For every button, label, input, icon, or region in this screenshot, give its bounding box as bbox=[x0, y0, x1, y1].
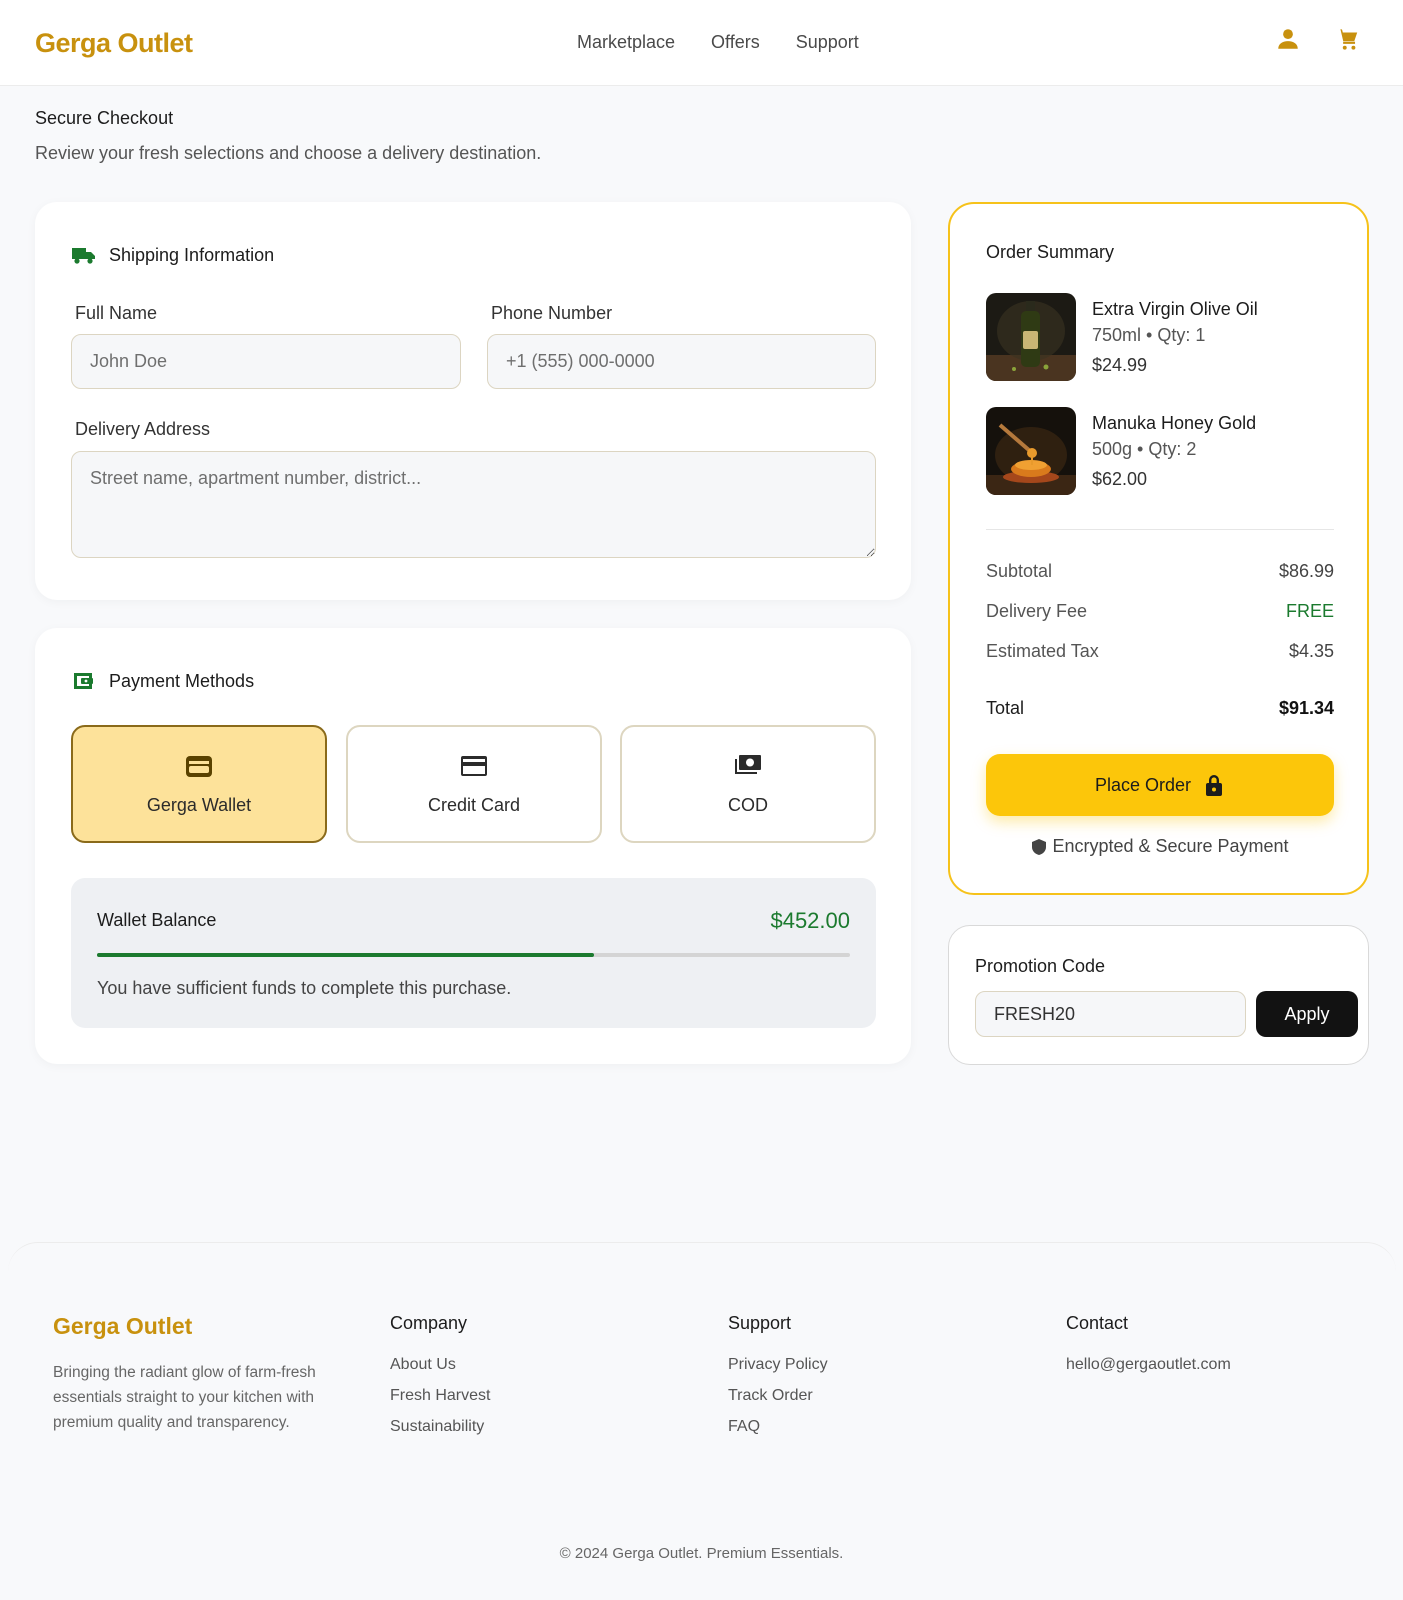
pay-option-gerga-wallet[interactable]: Gerga Wallet bbox=[71, 725, 327, 843]
item-name: Manuka Honey Gold bbox=[1092, 413, 1257, 433]
item-meta: 500g • Qty: 2 bbox=[1092, 439, 1197, 459]
pay-option-label: Gerga Wallet bbox=[146, 795, 252, 815]
footer-copyright: © 2024 Gerga Outlet. Premium Essentials. bbox=[559, 1545, 844, 1562]
phone-label: Phone Number bbox=[491, 303, 613, 323]
footer-link-privacy-policy[interactable]: Privacy Policy bbox=[728, 1356, 828, 1374]
item-price: $62.00 bbox=[1092, 469, 1148, 489]
order-item: Extra Virgin Olive Oil 750ml • Qty: 1 $2… bbox=[986, 293, 1346, 383]
pay-option-credit-card[interactable]: Credit Card bbox=[346, 725, 602, 843]
footer-contact-email[interactable]: hello@gergaoutlet.com bbox=[1066, 1356, 1231, 1374]
total-row: Total $91.34 bbox=[986, 698, 1334, 719]
tax-row: Estimated Tax $4.35 bbox=[986, 641, 1334, 662]
nav-support[interactable]: Support bbox=[796, 32, 859, 53]
wallet-heading-icon bbox=[74, 673, 93, 689]
truck-icon bbox=[72, 248, 95, 264]
top-navbar: Gerga Outlet Marketplace Offers Support bbox=[0, 0, 1403, 86]
brand-logo[interactable]: Gerga Outlet bbox=[35, 28, 193, 59]
olive-oil-thumbnail bbox=[986, 293, 1076, 381]
footer-support-title: Support bbox=[728, 1313, 792, 1333]
footer-link-about-us[interactable]: About Us bbox=[390, 1356, 456, 1374]
lock-icon bbox=[1206, 775, 1223, 796]
item-name: Extra Virgin Olive Oil bbox=[1092, 299, 1258, 319]
address-label: Delivery Address bbox=[75, 419, 211, 439]
payment-heading: Payment Methods bbox=[71, 668, 254, 694]
place-order-label: Place Order bbox=[1094, 774, 1192, 795]
order-summary-title: Order Summary bbox=[986, 242, 1115, 262]
promo-code-input[interactable] bbox=[975, 991, 1246, 1037]
cash-icon bbox=[733, 751, 763, 781]
summary-divider bbox=[986, 529, 1334, 530]
wallet-progress-fill bbox=[97, 953, 594, 957]
subtotal-label: Subtotal bbox=[986, 561, 1053, 581]
full-name-label: Full Name bbox=[75, 303, 158, 323]
cart-icon[interactable] bbox=[1335, 26, 1361, 52]
subtotal-row: Subtotal $86.99 bbox=[986, 561, 1334, 582]
payment-heading-label: Payment Methods bbox=[109, 670, 255, 691]
secure-payment-note: Encrypted & Secure Payment bbox=[950, 836, 1371, 857]
item-meta: 750ml • Qty: 1 bbox=[1092, 325, 1206, 345]
footer-link-faq[interactable]: FAQ bbox=[728, 1418, 760, 1436]
credit-card-icon bbox=[459, 751, 489, 781]
shipping-heading: Shipping Information bbox=[71, 242, 274, 268]
wallet-balance-amount: $452.00 bbox=[770, 908, 850, 933]
full-name-input[interactable] bbox=[71, 334, 461, 389]
footer-link-track-order[interactable]: Track Order bbox=[728, 1387, 813, 1405]
honey-thumbnail bbox=[986, 407, 1076, 495]
secure-payment-label: Encrypted & Secure Payment bbox=[1052, 836, 1289, 856]
wallet-progress-track bbox=[97, 953, 850, 957]
nav-offers[interactable]: Offers bbox=[711, 32, 760, 53]
user-icon[interactable] bbox=[1275, 26, 1301, 52]
total-value: $91.34 bbox=[1278, 698, 1334, 718]
nav-marketplace[interactable]: Marketplace bbox=[577, 32, 675, 53]
footer-link-fresh-harvest[interactable]: Fresh Harvest bbox=[390, 1387, 490, 1405]
footer-company-title: Company bbox=[390, 1313, 468, 1333]
address-textarea[interactable] bbox=[71, 451, 876, 558]
tax-value: $4.35 bbox=[1288, 641, 1334, 661]
footer-link-sustainability[interactable]: Sustainability bbox=[390, 1418, 484, 1436]
promo-title: Promotion Code bbox=[975, 956, 1106, 976]
item-price: $24.99 bbox=[1092, 355, 1148, 375]
page-title: Secure Checkout bbox=[35, 108, 174, 128]
total-label: Total bbox=[986, 698, 1025, 718]
apply-promo-button[interactable]: Apply bbox=[1256, 991, 1358, 1037]
main-nav: Marketplace Offers Support bbox=[577, 32, 859, 53]
wallet-balance-panel: Wallet Balance $452.00 You have sufficie… bbox=[71, 878, 876, 1028]
tax-label: Estimated Tax bbox=[986, 641, 1099, 661]
delivery-fee-label: Delivery Fee bbox=[986, 601, 1088, 621]
page-subtitle: Review your fresh selections and choose … bbox=[35, 143, 542, 163]
footer-brand: Gerga Outlet bbox=[53, 1313, 193, 1339]
pay-option-label: COD bbox=[728, 795, 768, 815]
pay-option-cod[interactable]: COD bbox=[620, 725, 876, 843]
shield-icon bbox=[1032, 838, 1047, 855]
wallet-balance-note: You have sufficient funds to complete th… bbox=[97, 978, 512, 998]
order-summary-card: Order Summary Extra Virgin Olive Oil 750… bbox=[948, 202, 1369, 895]
phone-input[interactable] bbox=[487, 334, 876, 389]
delivery-fee-row: Delivery Fee FREE bbox=[986, 601, 1334, 622]
wallet-balance-title: Wallet Balance bbox=[97, 910, 217, 930]
order-item: Manuka Honey Gold 500g • Qty: 2 $62.00 bbox=[986, 407, 1346, 497]
place-order-button[interactable]: Place Order bbox=[986, 754, 1334, 816]
subtotal-value: $86.99 bbox=[1278, 561, 1334, 581]
footer-description: Bringing the radiant glow of farm-fresh … bbox=[53, 1364, 316, 1431]
wallet-icon bbox=[184, 751, 214, 781]
footer-contact-title: Contact bbox=[1066, 1313, 1129, 1333]
promo-card: Promotion Code Apply bbox=[948, 925, 1369, 1065]
pay-option-label: Credit Card bbox=[427, 795, 521, 815]
shipping-heading-label: Shipping Information bbox=[109, 244, 275, 265]
delivery-fee-value: FREE bbox=[1285, 601, 1334, 621]
